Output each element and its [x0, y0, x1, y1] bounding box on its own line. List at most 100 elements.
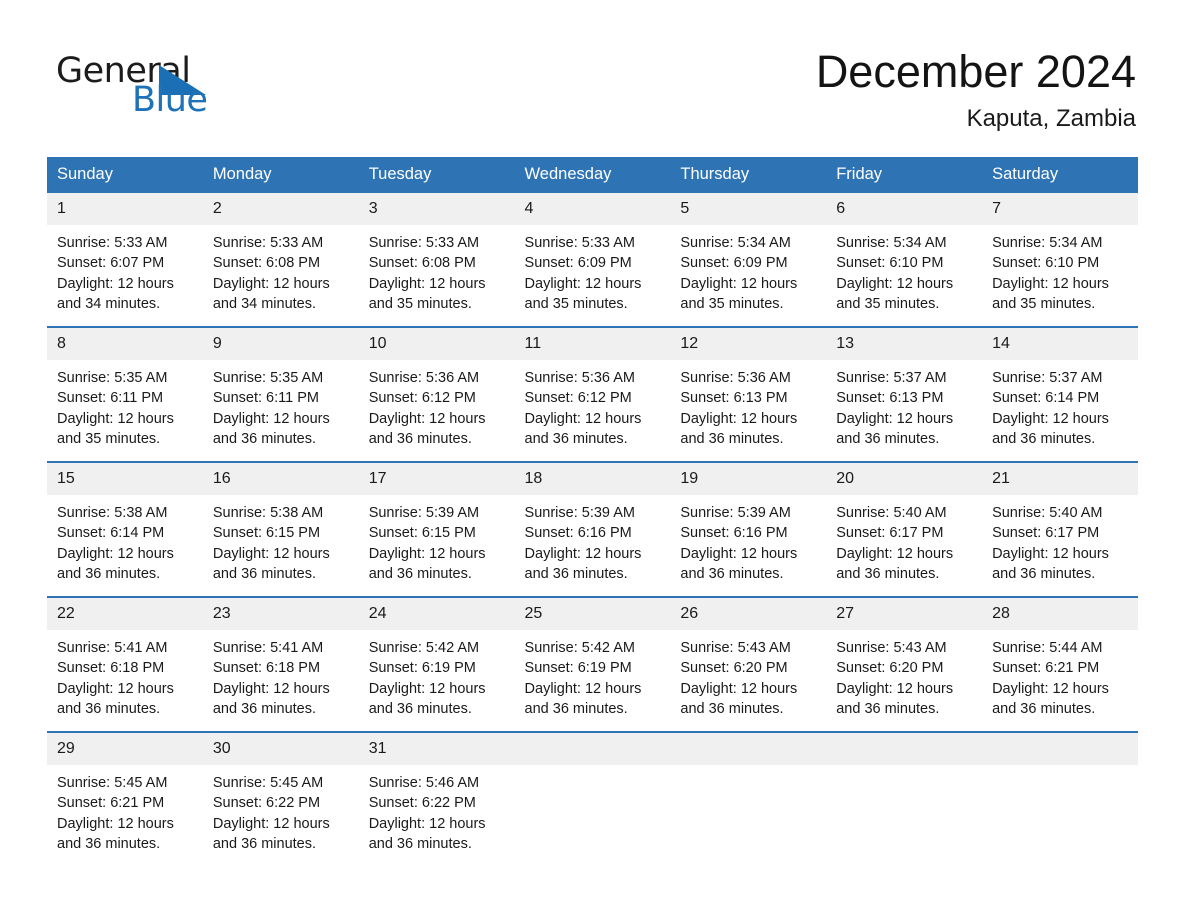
- daylight-text-line2: and 36 minutes.: [836, 430, 940, 447]
- daylight-text-line2: and 36 minutes.: [680, 430, 784, 447]
- daylight-text-line2: and 36 minutes.: [57, 700, 161, 717]
- sunset-text: Sunset: 6:22 PM: [212, 795, 321, 812]
- day-cell[interactable]: 3 Sunrise: 5:33 AM Sunset: 6:08 PM Daylight…: [358, 193, 515, 327]
- day-cell[interactable]: 11 Sunrise: 5:36 AM Sunset: 6:12 PM Dayligh…: [514, 326, 671, 462]
- day-cell[interactable]: 19 Sunrise: 5:39 AM Sunset: 6:16 PM Dayligh…: [670, 461, 827, 597]
- sunrise-text: Sunrise: 5:39 AM: [368, 505, 480, 521]
- day-cell[interactable]: 13 Sunrise: 5:37 AM Sunset: 6:13 PM Dayligh…: [826, 326, 983, 462]
- day-cell[interactable]: 21 Sunrise: 5:40 AM Sunset: 6:17 PM Dayligh…: [982, 461, 1138, 597]
- daylight-text-line1: Daylight: 12 hours: [57, 275, 174, 292]
- daylight-text-line2: and 36 minutes.: [524, 430, 628, 447]
- day-cell[interactable]: 23 Sunrise: 5:41 AM Sunset: 6:18 PM Dayligh…: [202, 596, 359, 732]
- daylight-text-line1: Daylight: 12 hours: [212, 815, 330, 832]
- sunrise-text: Sunrise: 5:35 AM: [57, 370, 168, 386]
- day-cell[interactable]: 6 Sunrise: 5:34 AM Sunset: 6:10 PM Daylight…: [826, 193, 983, 327]
- day-number: 19: [670, 463, 827, 495]
- day-cell[interactable]: 29 Sunrise: 5:45 AM Sunset: 6:21 PM Dayligh…: [47, 731, 203, 866]
- weekday-header-saturday: Saturday: [982, 157, 1138, 193]
- day-cell[interactable]: 20 Sunrise: 5:40 AM Sunset: 6:17 PM Dayligh…: [826, 461, 983, 597]
- day-cell[interactable]: 18 Sunrise: 5:39 AM Sunset: 6:16 PM Dayligh…: [514, 461, 671, 597]
- day-info: Sunrise: 5:34 AM Sunset: 6:09 PM Daylight:…: [670, 225, 826, 314]
- daylight-text-line1: Daylight: 12 hours: [836, 410, 954, 427]
- daylight-text-line2: and 35 minutes.: [57, 430, 161, 447]
- day-cell[interactable]: 27 Sunrise: 5:43 AM Sunset: 6:20 PM Dayligh…: [826, 596, 983, 732]
- day-cell[interactable]: 17 Sunrise: 5:39 AM Sunset: 6:15 PM Dayligh…: [358, 461, 515, 597]
- daylight-text-line2: and 36 minutes.: [368, 700, 472, 717]
- sunset-text: Sunset: 6:11 PM: [212, 390, 319, 407]
- week-row: 29 Sunrise: 5:45 AM Sunset: 6:21 PM Dayligh…: [47, 731, 1138, 866]
- sunrise-text: Sunrise: 5:38 AM: [212, 505, 324, 521]
- day-cell[interactable]: 24 Sunrise: 5:42 AM Sunset: 6:19 PM Dayligh…: [358, 596, 515, 732]
- daylight-text-line1: Daylight: 12 hours: [836, 275, 954, 292]
- day-cell[interactable]: 12 Sunrise: 5:36 AM Sunset: 6:13 PM Dayligh…: [670, 326, 827, 462]
- day-number: 23: [202, 598, 359, 630]
- day-info: Sunrise: 5:43 AM Sunset: 6:20 PM Daylight:…: [826, 630, 982, 719]
- day-number: 6: [826, 193, 983, 225]
- day-info: Sunrise: 5:33 AM Sunset: 6:08 PM Daylight:…: [203, 225, 359, 314]
- day-info: Sunrise: 5:35 AM Sunset: 6:11 PM Daylight:…: [203, 360, 359, 449]
- day-number: 31: [358, 733, 515, 765]
- day-info: Sunrise: 5:40 AM Sunset: 6:17 PM Daylight:…: [982, 495, 1138, 584]
- day-cell[interactable]: 28 Sunrise: 5:44 AM Sunset: 6:21 PM Dayligh…: [982, 596, 1138, 732]
- day-info: Sunrise: 5:36 AM Sunset: 6:12 PM Daylight:…: [359, 360, 515, 449]
- daylight-text-line1: Daylight: 12 hours: [524, 275, 642, 292]
- daylight-text-line1: Daylight: 12 hours: [368, 275, 486, 292]
- logo-text-blue: Blue: [132, 80, 208, 120]
- day-cell[interactable]: 25 Sunrise: 5:42 AM Sunset: 6:19 PM Dayligh…: [514, 596, 671, 732]
- sunset-text: Sunset: 6:13 PM: [836, 390, 944, 407]
- daylight-text-line2: and 36 minutes.: [524, 700, 628, 717]
- daylight-text-line1: Daylight: 12 hours: [368, 815, 486, 832]
- day-cell[interactable]: 4 Sunrise: 5:33 AM Sunset: 6:09 PM Daylight…: [514, 193, 671, 327]
- sunset-text: Sunset: 6:17 PM: [992, 525, 1100, 542]
- day-info: Sunrise: 5:40 AM Sunset: 6:17 PM Daylight:…: [826, 495, 982, 584]
- daylight-text-line1: Daylight: 12 hours: [992, 680, 1109, 697]
- sunset-text: Sunset: 6:12 PM: [368, 390, 476, 407]
- daylight-text-line1: Daylight: 12 hours: [680, 410, 798, 427]
- day-info: Sunrise: 5:39 AM Sunset: 6:16 PM Daylight:…: [670, 495, 826, 584]
- weekday-header-thursday: Thursday: [670, 157, 827, 193]
- day-number: 11: [514, 328, 671, 360]
- sunset-text: Sunset: 6:20 PM: [836, 660, 944, 677]
- day-cell[interactable]: 1 Sunrise: 5:33 AM Sunset: 6:07 PM Daylight…: [47, 193, 203, 327]
- daylight-text-line1: Daylight: 12 hours: [524, 545, 642, 562]
- sunset-text: Sunset: 6:21 PM: [57, 795, 165, 812]
- daylight-text-line2: and 36 minutes.: [368, 430, 472, 447]
- day-number: [982, 733, 1138, 765]
- sunset-text: Sunset: 6:12 PM: [524, 390, 632, 407]
- sunrise-text: Sunrise: 5:43 AM: [836, 640, 947, 656]
- day-number: [826, 733, 983, 765]
- day-cell[interactable]: 10 Sunrise: 5:36 AM Sunset: 6:12 PM Dayligh…: [358, 326, 515, 462]
- sunset-text: Sunset: 6:20 PM: [680, 660, 788, 677]
- week-row: 22 Sunrise: 5:41 AM Sunset: 6:18 PM Dayligh…: [47, 596, 1138, 732]
- day-cell[interactable]: 30 Sunrise: 5:45 AM Sunset: 6:22 PM Dayligh…: [202, 731, 359, 866]
- day-cell[interactable]: 5 Sunrise: 5:34 AM Sunset: 6:09 PM Daylight…: [670, 193, 827, 327]
- day-cell[interactable]: 7 Sunrise: 5:34 AM Sunset: 6:10 PM Daylight…: [982, 193, 1138, 327]
- title-block: December 2024 Kaputa, Zambia: [816, 46, 1136, 134]
- daylight-text-line1: Daylight: 12 hours: [212, 545, 330, 562]
- day-cell[interactable]: 16 Sunrise: 5:38 AM Sunset: 6:15 PM Dayligh…: [202, 461, 359, 597]
- daylight-text-line2: and 36 minutes.: [212, 835, 317, 852]
- daylight-text-line1: Daylight: 12 hours: [524, 680, 642, 697]
- day-number: [670, 733, 827, 765]
- week-row: 8 Sunrise: 5:35 AM Sunset: 6:11 PM Daylight…: [47, 326, 1138, 462]
- sunset-text: Sunset: 6:11 PM: [57, 390, 164, 407]
- day-number: 9: [202, 328, 359, 360]
- day-cell[interactable]: 8 Sunrise: 5:35 AM Sunset: 6:11 PM Daylight…: [47, 326, 203, 462]
- day-cell[interactable]: 9 Sunrise: 5:35 AM Sunset: 6:11 PM Daylight…: [202, 326, 359, 462]
- daylight-text-line1: Daylight: 12 hours: [524, 410, 642, 427]
- sunrise-text: Sunrise: 5:36 AM: [680, 370, 791, 386]
- sunrise-text: Sunrise: 5:35 AM: [212, 370, 324, 386]
- daylight-text-line2: and 36 minutes.: [680, 565, 784, 582]
- sunset-text: Sunset: 6:19 PM: [524, 660, 632, 677]
- day-number: 21: [982, 463, 1138, 495]
- day-number: 14: [982, 328, 1138, 360]
- day-cell[interactable]: 22 Sunrise: 5:41 AM Sunset: 6:18 PM Dayligh…: [47, 596, 203, 732]
- day-number: 30: [202, 733, 359, 765]
- day-cell[interactable]: 15 Sunrise: 5:38 AM Sunset: 6:14 PM Dayligh…: [47, 461, 203, 597]
- day-cell[interactable]: 14 Sunrise: 5:37 AM Sunset: 6:14 PM Dayligh…: [982, 326, 1138, 462]
- day-cell[interactable]: 2 Sunrise: 5:33 AM Sunset: 6:08 PM Daylight…: [202, 193, 359, 327]
- day-number: 8: [47, 328, 203, 360]
- day-cell[interactable]: 26 Sunrise: 5:43 AM Sunset: 6:20 PM Dayligh…: [670, 596, 827, 732]
- weekday-header-tuesday: Tuesday: [358, 157, 515, 193]
- day-cell[interactable]: 31 Sunrise: 5:46 AM Sunset: 6:22 PM Dayligh…: [358, 731, 515, 866]
